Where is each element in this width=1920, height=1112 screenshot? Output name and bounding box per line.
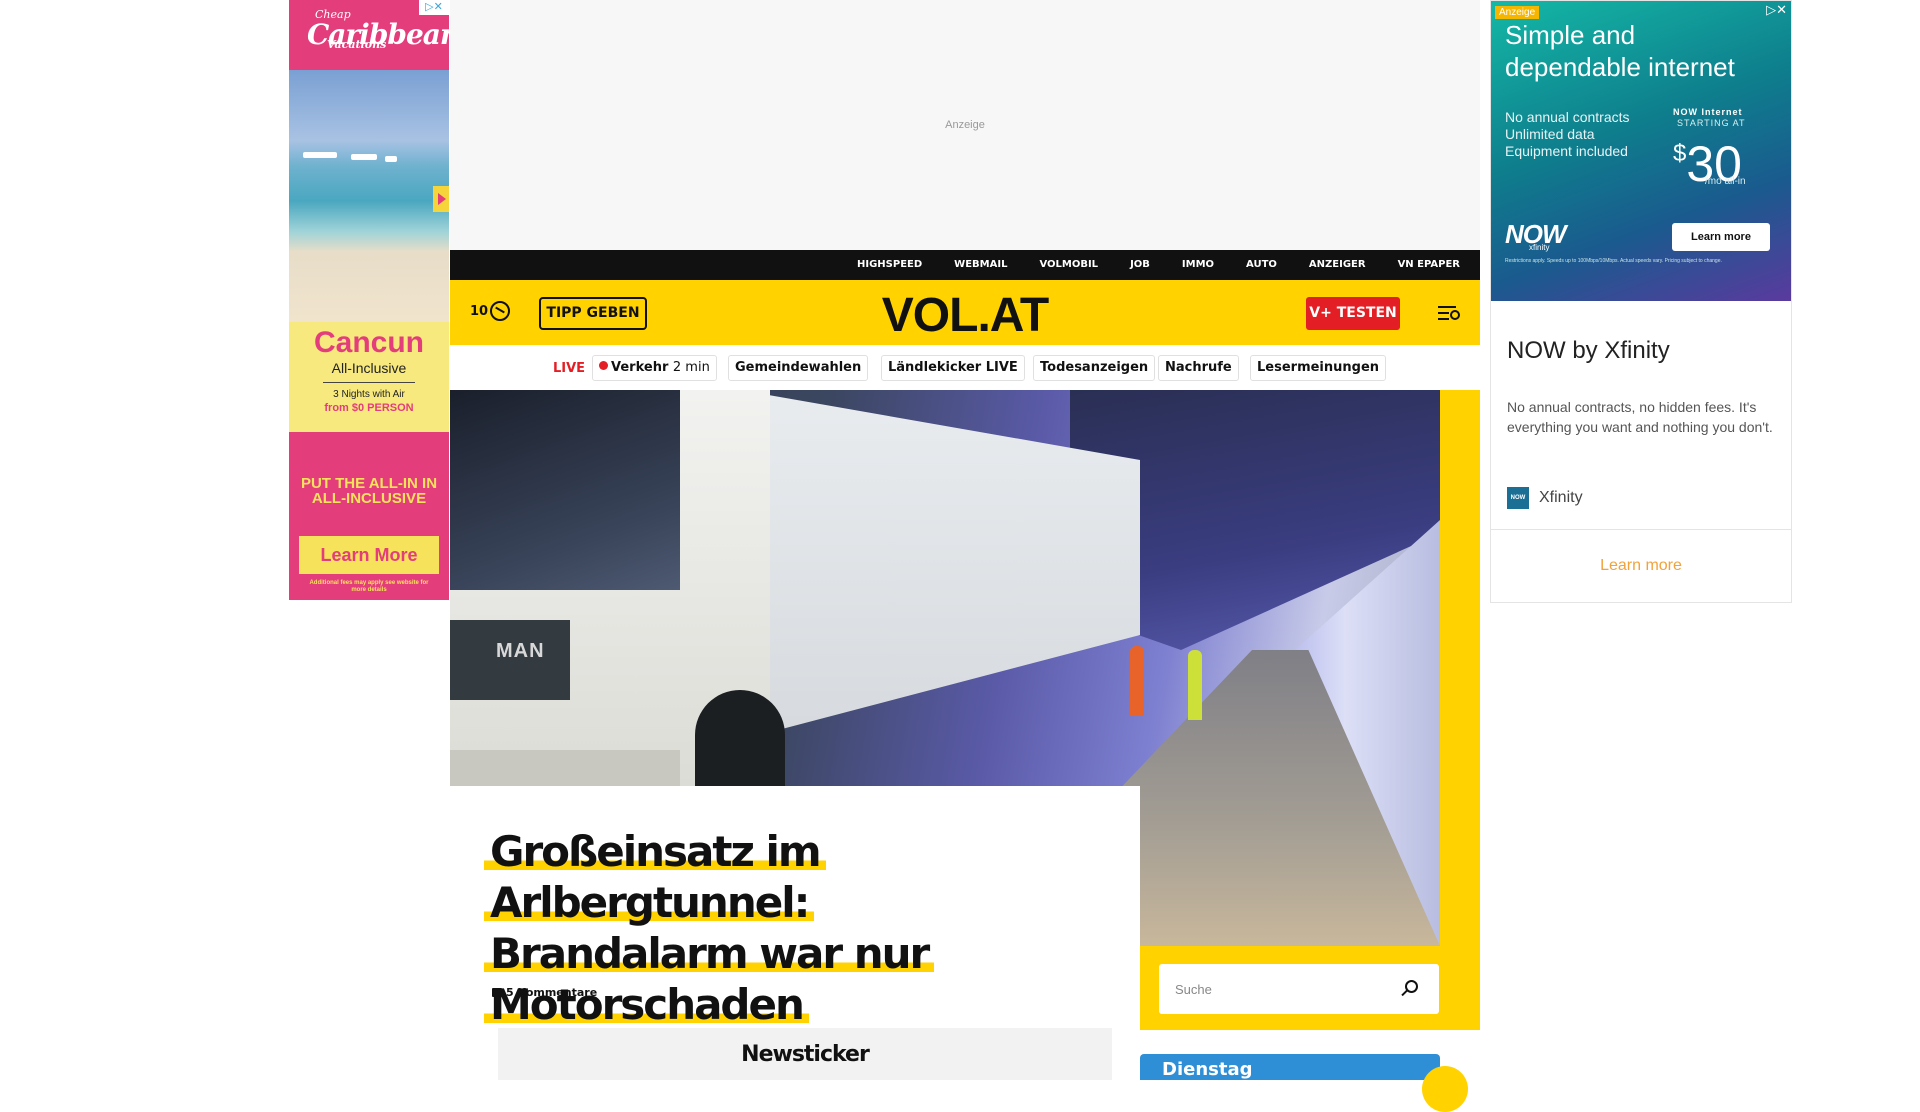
ad-description: No annual contracts, no hidden fees. It'… xyxy=(1507,399,1773,435)
ad-feature: Equipment included xyxy=(1505,143,1628,159)
menu-search-icon[interactable] xyxy=(1438,304,1462,322)
ad-fine-print: Additional fees may apply see website fo… xyxy=(309,580,429,593)
adchoices-close-icon[interactable]: ▷✕ xyxy=(1766,3,1787,18)
ad-fine-print: Restrictions apply. Speeds up to 100Mbps… xyxy=(1505,258,1722,264)
weather-icon[interactable] xyxy=(490,301,510,321)
vplus-testen-button[interactable]: V+ TESTEN xyxy=(1306,297,1400,330)
weather-value[interactable]: 10 xyxy=(470,304,488,319)
quicknav-item-gemeindewahlen[interactable]: Gemeindewahlen xyxy=(728,355,869,381)
ad-badge: Anzeige xyxy=(1495,6,1540,19)
weather-sun-icon xyxy=(1422,1066,1468,1112)
article-headline[interactable]: Großeinsatz im Arlbergtunnel: Brandalarm… xyxy=(484,826,1124,1030)
topbar-link-job[interactable]: JOB xyxy=(1114,250,1166,280)
ad-features: No annual contracts Unlimited data Equip… xyxy=(1505,109,1630,160)
ad-title[interactable]: NOW by Xfinity xyxy=(1507,337,1670,365)
advertiser-logo-icon: NOW xyxy=(1507,487,1529,509)
top-leaderboard-ad: Anzeige xyxy=(450,0,1480,250)
ad-offer-panel: Cancun All-Inclusive 3 Nights with Air f… xyxy=(289,322,449,432)
truck-brand-logo: MAN xyxy=(496,640,545,662)
left-skyscraper-ad[interactable]: Cheap Caribbean Vacations ▷✕ Cancun All-… xyxy=(289,0,449,600)
ad-label: Anzeige xyxy=(945,119,985,131)
search-input[interactable] xyxy=(1175,978,1395,1000)
ad-learn-more-link[interactable]: Learn more xyxy=(1491,557,1791,575)
live-label: LIVE xyxy=(553,361,586,376)
ad-divider xyxy=(323,382,415,383)
search-icon[interactable] xyxy=(1405,980,1418,993)
comment-icon xyxy=(492,988,502,997)
advertiser-name[interactable]: Xfinity xyxy=(1539,489,1583,507)
newsticker-heading: Newsticker xyxy=(741,1042,870,1067)
ad-tagline: PUT THE ALL-IN IN ALL-INCLUSIVE xyxy=(300,475,438,507)
right-rectangle-ad[interactable]: Anzeige ▷✕ Simple and dependable interne… xyxy=(1490,0,1792,603)
ad-price-unit: /mo all-in xyxy=(1705,176,1746,187)
quicknav-item-nachrufe[interactable]: Nachrufe xyxy=(1158,355,1239,381)
topbar-link-immo[interactable]: IMMO xyxy=(1166,250,1230,280)
search-box xyxy=(1159,964,1439,1014)
day-label: Dienstag xyxy=(1162,1059,1253,1080)
ad-feature: No annual contracts xyxy=(1505,109,1630,125)
topbar-link-volmobil[interactable]: VOLMOBIL xyxy=(1023,250,1114,280)
quicknav-item-verkehr[interactable]: Verkehr 2 min xyxy=(592,355,717,381)
ad-headline: Simple and dependable internet xyxy=(1505,20,1735,82)
ad-price: from $0 PERSON xyxy=(324,402,414,414)
live-dot-icon xyxy=(599,361,608,370)
topbar-link-webmail[interactable]: WEBMAIL xyxy=(938,250,1023,280)
ad-cta-panel: PUT THE ALL-IN IN ALL-INCLUSIVE Learn Mo… xyxy=(289,432,449,600)
ad-next-arrow-icon[interactable] xyxy=(433,186,449,212)
ad-banner-image[interactable]: Anzeige ▷✕ Simple and dependable interne… xyxy=(1491,1,1791,301)
ad-banner-learn-more-button[interactable]: Learn more xyxy=(1672,223,1770,251)
topbar-link-highspeed[interactable]: HIGHSPEED xyxy=(841,250,938,280)
ad-destination: Cancun xyxy=(313,326,424,359)
ad-offer-name: NOW Internet xyxy=(1673,107,1743,117)
quicknav-item-lesermeinungen[interactable]: Lesermeinungen xyxy=(1250,355,1387,381)
topbar-link-anzeiger[interactable]: ANZEIGER xyxy=(1293,250,1382,280)
topbar-link-auto[interactable]: AUTO xyxy=(1230,250,1293,280)
ad-brand-line3: Vacations xyxy=(327,38,387,51)
quicknav-item-laendlekicker[interactable]: Ländlekicker LIVE xyxy=(881,355,1025,381)
day-card[interactable]: Dienstag xyxy=(1140,1054,1468,1112)
site-header: 10 TIPP GEBEN VOL.AT V+ TESTEN xyxy=(450,280,1480,345)
ad-beach-photo xyxy=(289,70,449,322)
ad-divider xyxy=(1491,529,1791,530)
topbar-link-vn-epaper[interactable]: VN EPAPER xyxy=(1382,250,1460,280)
comments-link[interactable]: 5 Kommentare xyxy=(492,986,597,999)
ad-learn-more-button[interactable]: Learn More xyxy=(299,536,439,574)
ad-package: All-Inclusive xyxy=(331,360,407,376)
newsticker-box: Newsticker xyxy=(498,1028,1112,1080)
ad-feature: Unlimited data xyxy=(1505,126,1595,142)
service-links-bar: HIGHSPEED WEBMAIL VOLMOBIL JOB IMMO AUTO… xyxy=(450,250,1480,280)
tipp-geben-button[interactable]: TIPP GEBEN xyxy=(539,297,647,330)
xfinity-logo: xfinity xyxy=(1529,243,1550,252)
ad-nights: 3 Nights with Air xyxy=(333,389,405,400)
adchoices-icon[interactable]: ▷✕ xyxy=(419,0,449,15)
quick-nav: LIVE Verkehr 2 min Gemeindewahlen Ländle… xyxy=(450,345,1480,390)
quicknav-item-todesanzeigen[interactable]: Todesanzeigen xyxy=(1033,355,1156,381)
